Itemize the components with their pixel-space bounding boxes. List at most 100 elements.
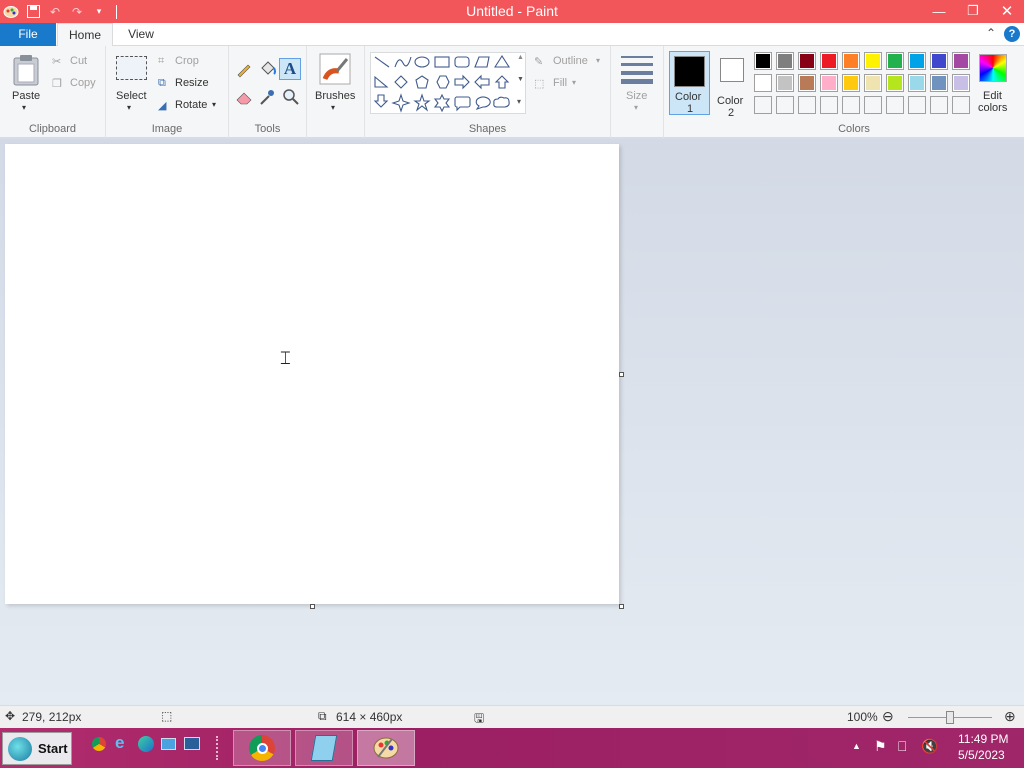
restore-icon[interactable]: ❐ — [956, 0, 990, 22]
palette-swatch[interactable] — [908, 74, 926, 92]
minimize-icon[interactable]: — — [922, 0, 956, 22]
palette-swatch[interactable] — [842, 52, 860, 70]
paste-dropdown-icon[interactable]: ▾ — [22, 103, 26, 112]
eraser-icon[interactable] — [235, 88, 253, 109]
palette-swatch[interactable] — [820, 52, 838, 70]
palette-empty-swatch[interactable] — [864, 96, 882, 114]
palette-swatch[interactable] — [798, 74, 816, 92]
palette-empty-swatch[interactable] — [754, 96, 772, 114]
network-icon[interactable]: ⎕ — [898, 738, 906, 755]
brushes-button[interactable]: Brushes — [315, 90, 355, 102]
volume-muted-icon[interactable]: 🔇 — [921, 738, 938, 755]
resize-button[interactable]: Resize — [175, 77, 209, 89]
palette-empty-swatch[interactable] — [798, 96, 816, 114]
resize-handle-bottom[interactable] — [310, 604, 315, 609]
start-orb-icon — [8, 736, 32, 761]
internet-explorer-icon[interactable]: e — [115, 733, 124, 753]
help-icon[interactable]: ? — [1004, 26, 1020, 42]
select-button[interactable]: Select — [116, 90, 147, 102]
shapes-scroll-down-icon[interactable]: ▼ — [517, 76, 524, 83]
show-desktop-icon[interactable] — [161, 738, 176, 750]
rotate-dropdown-icon[interactable]: ▾ — [212, 100, 216, 109]
fill-bucket-icon[interactable] — [258, 60, 276, 81]
zoom-in-icon[interactable]: ⊕ — [1004, 708, 1016, 725]
taskbar-notepad[interactable] — [295, 730, 353, 766]
palette-empty-swatch[interactable] — [776, 96, 794, 114]
select-icon[interactable] — [116, 56, 147, 80]
clock-date[interactable]: 5/5/2023 — [958, 748, 1005, 762]
shapes-scroll-up-icon[interactable]: ▲ — [517, 54, 524, 61]
image-label: Image — [151, 123, 183, 135]
color-picker-icon[interactable] — [258, 88, 276, 109]
select-dropdown-icon[interactable]: ▾ — [127, 103, 131, 112]
tab-file[interactable]: File — [0, 23, 56, 46]
size-dropdown-icon[interactable]: ▾ — [634, 103, 638, 112]
chrome-quicklaunch-icon[interactable] — [92, 737, 106, 751]
edit-colors-label[interactable]: Edit — [983, 90, 1002, 102]
four-point-star-shape-icon — [391, 93, 411, 113]
size-icon[interactable] — [621, 56, 653, 87]
taskbar-paint[interactable] — [357, 730, 415, 766]
tab-home[interactable]: Home — [57, 23, 113, 47]
palette-empty-swatch[interactable] — [820, 96, 838, 114]
palette-swatch[interactable] — [754, 74, 772, 92]
palette-swatch[interactable] — [930, 74, 948, 92]
palette-swatch[interactable] — [930, 52, 948, 70]
outline-button[interactable]: Outline — [553, 55, 588, 67]
clock-time[interactable]: 11:49 PM — [958, 732, 1008, 746]
drawing-canvas[interactable] — [5, 144, 619, 604]
palette-empty-swatch[interactable] — [952, 96, 970, 114]
start-button[interactable]: Start — [2, 732, 72, 765]
palette-empty-swatch[interactable] — [908, 96, 926, 114]
edit-colors-icon[interactable] — [979, 54, 1007, 82]
copy-button[interactable]: Copy — [70, 77, 96, 89]
edit-colors-label-2[interactable]: colors — [978, 102, 1007, 114]
crop-button[interactable]: Crop — [175, 55, 199, 67]
palette-swatch[interactable] — [776, 74, 794, 92]
cursor-position-icon: ✥ — [5, 709, 16, 723]
brushes-dropdown-icon[interactable]: ▾ — [331, 103, 335, 112]
tab-view[interactable]: View — [118, 23, 164, 46]
taskbar-chrome[interactable] — [233, 730, 291, 766]
explorer-quicklaunch-icon[interactable] — [184, 737, 200, 750]
size-button[interactable]: Size — [626, 90, 647, 102]
brushes-icon[interactable] — [319, 53, 351, 90]
magnifier-icon[interactable] — [282, 88, 300, 109]
close-icon[interactable]: ✕ — [990, 0, 1024, 22]
fill-dropdown-icon[interactable]: ▾ — [572, 78, 576, 87]
palette-empty-swatch[interactable] — [886, 96, 904, 114]
palette-swatch[interactable] — [842, 74, 860, 92]
palette-swatch[interactable] — [776, 52, 794, 70]
zoom-slider-thumb[interactable] — [946, 711, 954, 724]
palette-swatch[interactable] — [754, 52, 772, 70]
cut-button[interactable]: Cut — [70, 55, 87, 67]
palette-swatch[interactable] — [798, 52, 816, 70]
palette-swatch[interactable] — [820, 74, 838, 92]
palette-swatch[interactable] — [864, 74, 882, 92]
window-title: Untitled - Paint — [466, 3, 558, 19]
palette-empty-swatch[interactable] — [842, 96, 860, 114]
pencil-icon[interactable] — [235, 60, 253, 81]
fill-button[interactable]: Fill — [553, 77, 567, 89]
tray-expand-icon[interactable]: ▲ — [852, 741, 861, 751]
resize-handle-right[interactable] — [619, 372, 624, 377]
edge-icon[interactable] — [138, 736, 154, 752]
palette-swatch[interactable] — [864, 52, 882, 70]
zoom-out-icon[interactable]: ⊖ — [882, 708, 894, 725]
paste-icon[interactable] — [12, 54, 42, 89]
outline-dropdown-icon[interactable]: ▾ — [596, 56, 600, 65]
text-tool-icon[interactable]: A — [279, 58, 301, 80]
palette-swatch[interactable] — [908, 52, 926, 70]
rotate-button[interactable]: Rotate — [175, 99, 207, 111]
palette-swatch[interactable] — [886, 74, 904, 92]
title-bar: ↶ ↷ ▾ Untitled - Paint — ❐ ✕ — [0, 0, 1024, 23]
palette-swatch[interactable] — [952, 52, 970, 70]
palette-swatch[interactable] — [886, 52, 904, 70]
minimize-ribbon-icon[interactable]: ⌃ — [986, 26, 996, 40]
paste-button[interactable]: Paste — [12, 90, 40, 102]
palette-empty-swatch[interactable] — [930, 96, 948, 114]
shapes-more-icon[interactable]: ▾ — [517, 97, 521, 106]
palette-swatch[interactable] — [952, 74, 970, 92]
action-center-flag-icon[interactable]: ⚑ — [874, 738, 887, 755]
resize-handle-corner[interactable] — [619, 604, 624, 609]
